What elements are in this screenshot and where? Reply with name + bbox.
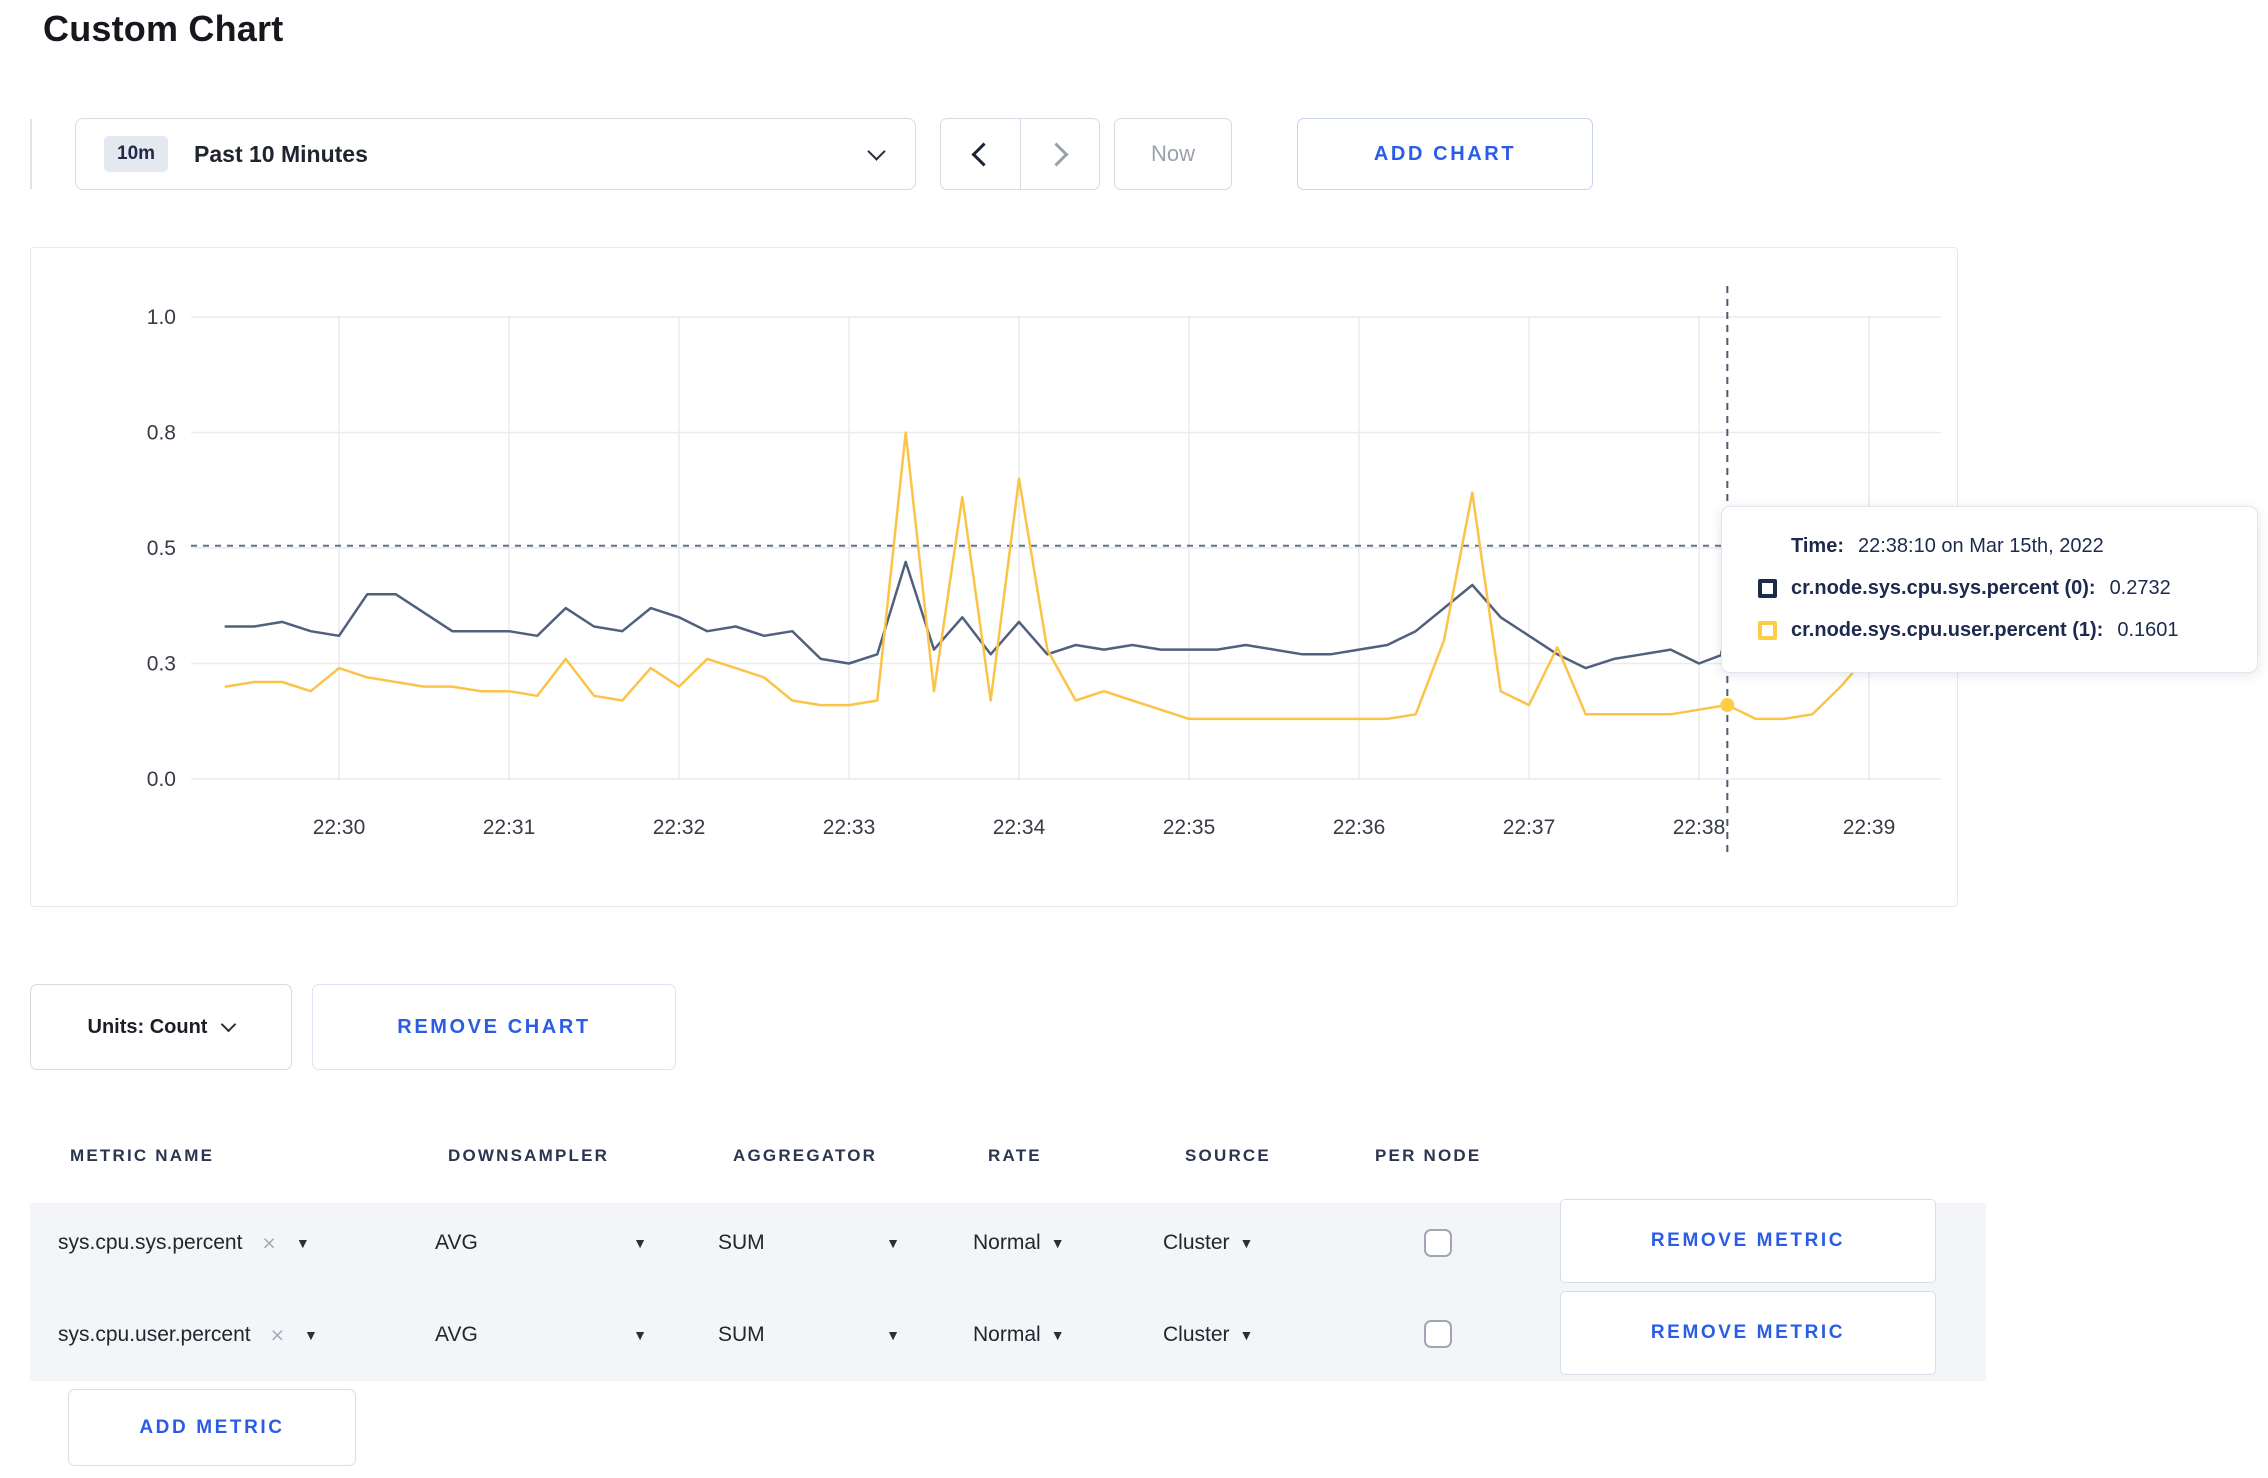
clear-icon[interactable]: × — [262, 1230, 275, 1257]
aggregator-select[interactable]: SUM ▼ — [718, 1314, 900, 1356]
aggregator-value: SUM — [718, 1323, 765, 1346]
svg-text:22:35: 22:35 — [1163, 816, 1216, 839]
tooltip-time-value: 22:38:10 on Mar 15th, 2022 — [1857, 534, 2104, 557]
toolbar-left-divider — [30, 119, 32, 189]
series-swatch-sys-icon — [1758, 578, 1777, 598]
now-button[interactable]: Now — [1114, 118, 1232, 190]
tooltip-time-label: Time: — [1791, 534, 1844, 557]
caret-down-icon: ▼ — [633, 1327, 647, 1343]
svg-text:22:39: 22:39 — [1843, 816, 1896, 839]
remove-metric-button[interactable]: REMOVE METRIC — [1560, 1199, 1936, 1283]
remove-chart-button[interactable]: REMOVE CHART — [312, 984, 676, 1070]
remove-metric-button[interactable]: REMOVE METRIC — [1560, 1291, 1936, 1375]
time-range-dropdown[interactable]: 10m Past 10 Minutes — [75, 118, 916, 190]
caret-down-icon[interactable]: ▼ — [296, 1235, 310, 1251]
svg-text:0.0: 0.0 — [147, 768, 176, 791]
source-select[interactable]: Cluster ▼ — [1163, 1314, 1253, 1356]
col-header-rate: RATE — [988, 1146, 1042, 1165]
downsampler-value: AVG — [435, 1323, 478, 1346]
source-value: Cluster — [1163, 1231, 1230, 1254]
aggregator-value: SUM — [718, 1231, 765, 1254]
chevron-right-icon — [1044, 141, 1069, 167]
chevron-down-icon — [867, 142, 886, 161]
caret-down-icon: ▼ — [1050, 1235, 1065, 1251]
col-header-metric-name: METRIC NAME — [70, 1146, 215, 1165]
units-dropdown[interactable]: Units: Count — [30, 984, 292, 1070]
caret-down-icon: ▼ — [1050, 1327, 1065, 1343]
svg-text:0.8: 0.8 — [147, 422, 176, 445]
time-nav-group — [940, 118, 1100, 190]
tooltip-series-label: cr.node.sys.cpu.sys.percent (0): — [1791, 576, 2096, 599]
caret-down-icon[interactable]: ▼ — [304, 1327, 318, 1343]
col-header-aggregator: AGGREGATOR — [733, 1146, 878, 1165]
tooltip-series-value: 0.1601 — [2117, 618, 2179, 641]
caret-down-icon: ▼ — [886, 1327, 900, 1343]
svg-text:22:34: 22:34 — [993, 816, 1046, 839]
chevron-down-icon — [221, 1016, 237, 1032]
metric-name-value: sys.cpu.user.percent — [58, 1323, 251, 1346]
rate-value: Normal — [973, 1323, 1041, 1346]
rate-select[interactable]: Normal ▼ — [973, 1222, 1065, 1264]
rate-select[interactable]: Normal ▼ — [973, 1314, 1065, 1356]
svg-text:1.0: 1.0 — [147, 306, 176, 329]
svg-text:22:37: 22:37 — [1503, 816, 1556, 839]
chart-hover-tooltip: Time: 22:38:10 on Mar 15th, 2022 cr.node… — [1721, 506, 2258, 673]
svg-text:22:31: 22:31 — [483, 816, 536, 839]
per-node-checkbox[interactable] — [1424, 1229, 1452, 1257]
svg-text:0.5: 0.5 — [147, 537, 176, 560]
caret-down-icon: ▼ — [633, 1235, 647, 1251]
time-range-label: Past 10 Minutes — [194, 140, 368, 167]
caret-down-icon: ▼ — [1239, 1327, 1254, 1343]
svg-text:22:30: 22:30 — [313, 816, 366, 839]
downsampler-select[interactable]: AVG ▼ — [435, 1314, 647, 1356]
series-swatch-user-icon — [1758, 620, 1777, 640]
tooltip-series-value: 0.2732 — [2109, 576, 2171, 599]
source-select[interactable]: Cluster ▼ — [1163, 1222, 1253, 1264]
per-node-checkbox[interactable] — [1424, 1320, 1452, 1348]
svg-text:22:38: 22:38 — [1673, 816, 1726, 839]
caret-down-icon: ▼ — [1239, 1235, 1254, 1251]
caret-down-icon: ▼ — [886, 1235, 900, 1251]
page-title: Custom Chart — [43, 8, 284, 49]
aggregator-select[interactable]: SUM ▼ — [718, 1222, 900, 1264]
chevron-left-icon — [971, 141, 996, 167]
chart-card: 0.0 0.3 0.5 0.8 1.0 22:30 22:31 22:32 22:33 22:34… — [30, 247, 1958, 907]
svg-text:22:36: 22:36 — [1333, 816, 1386, 839]
tooltip-time-row: Time: 22:38:10 on Mar 15th, 2022 — [1758, 532, 2257, 560]
tooltip-series-row: cr.node.sys.cpu.sys.percent (0): 0.2732 — [1758, 574, 2257, 602]
svg-text:22:33: 22:33 — [823, 816, 876, 839]
downsampler-value: AVG — [435, 1231, 478, 1254]
table-row-metric-name[interactable]: sys.cpu.user.percent × ▼ — [58, 1314, 318, 1356]
line-chart[interactable]: 0.0 0.3 0.5 0.8 1.0 22:30 22:31 22:32 22:33 22:34… — [31, 248, 1957, 906]
metric-name-value: sys.cpu.sys.percent — [58, 1231, 243, 1254]
next-time-button[interactable] — [1021, 119, 1100, 189]
col-header-downsampler: DOWNSAMPLER — [448, 1146, 610, 1165]
svg-text:22:32: 22:32 — [653, 816, 706, 839]
prev-time-button[interactable] — [941, 119, 1020, 189]
tooltip-series-label: cr.node.sys.cpu.user.percent (1): — [1791, 618, 2104, 641]
svg-text:0.3: 0.3 — [147, 653, 176, 676]
rate-value: Normal — [973, 1231, 1041, 1254]
custom-chart-page: Custom Chart 10m Past 10 Minutes Now ADD… — [0, 0, 2268, 1478]
col-header-per-node: PER NODE — [1375, 1146, 1482, 1165]
downsampler-select[interactable]: AVG ▼ — [435, 1222, 647, 1264]
add-metric-button[interactable]: ADD METRIC — [68, 1389, 356, 1466]
units-label: Units: Count — [87, 1015, 208, 1038]
table-row-metric-name[interactable]: sys.cpu.sys.percent × ▼ — [58, 1222, 310, 1264]
add-chart-button[interactable]: ADD CHART — [1297, 118, 1593, 190]
clear-icon[interactable]: × — [271, 1322, 284, 1349]
source-value: Cluster — [1163, 1323, 1230, 1346]
time-range-badge: 10m — [104, 136, 169, 172]
tooltip-series-row: cr.node.sys.cpu.user.percent (1): 0.1601 — [1758, 616, 2257, 644]
col-header-source: SOURCE — [1185, 1146, 1271, 1165]
